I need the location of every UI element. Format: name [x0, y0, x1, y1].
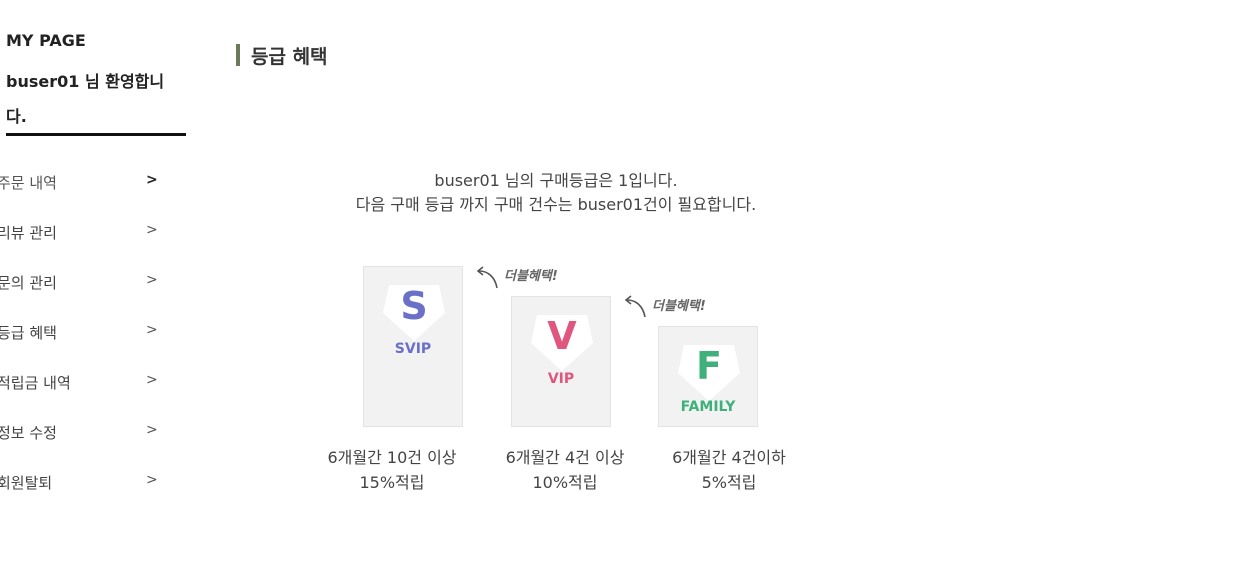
- sidebar-item-label: 등급 혜택: [0, 324, 57, 342]
- tier-condition-text: 6개월간 4건 이상: [505, 448, 625, 467]
- sidebar-item-reviews[interactable]: 리뷰 관리 >: [0, 222, 162, 246]
- tier-condition-text: 6개월간 4건이하: [672, 448, 786, 467]
- sidebar-item-withdraw[interactable]: 회원탈퇴 >: [0, 472, 162, 496]
- mypage-title: MY PAGE: [6, 31, 86, 50]
- curved-arrow-icon: [476, 266, 498, 289]
- chevron-right-icon: >: [146, 272, 158, 288]
- svip-letter: S: [400, 284, 427, 328]
- grade-info-line1: buser01 님의 구매등급은 1입니다.: [434, 171, 678, 190]
- tier-reward-text: 5%적립: [701, 473, 757, 492]
- chevron-right-icon: >: [146, 422, 158, 438]
- chevron-right-icon: >: [146, 372, 158, 388]
- sidebar-item-label: 적립금 내역: [0, 374, 71, 392]
- family-letter: F: [696, 344, 722, 388]
- tier-reward-text: 15%적립: [359, 473, 425, 492]
- sidebar-item-label: 리뷰 관리: [0, 224, 57, 242]
- chevron-right-icon: >: [146, 172, 158, 188]
- tier-card-family: F FAMILY: [658, 326, 758, 427]
- chevron-right-icon: >: [146, 472, 158, 488]
- section-title-bar: [236, 44, 240, 66]
- tier-condition-vip: 6개월간 4건 이상 10%적립: [480, 445, 650, 495]
- sidebar-item-orders[interactable]: 주문 내역 >: [0, 172, 162, 196]
- family-badge-icon: F: [678, 344, 740, 401]
- tier-name-svip: SVIP: [394, 341, 432, 357]
- curved-arrow-icon: [624, 295, 646, 318]
- double-benefit-label: 더블혜택!: [504, 269, 558, 284]
- tier-card-svip: S SVIP: [363, 266, 463, 427]
- chevron-right-icon: >: [146, 222, 158, 238]
- tier-condition-family: 6개월간 4건이하 5%적립: [644, 445, 814, 495]
- section-title-text: 등급 혜택: [251, 45, 328, 68]
- tier-reward-text: 10%적립: [532, 473, 598, 492]
- vip-letter: V: [547, 314, 577, 358]
- sidebar-item-label: 회원탈퇴: [0, 474, 53, 492]
- svip-badge-icon: S: [383, 284, 445, 341]
- section-title: 등급 혜택: [236, 44, 328, 68]
- tier-name-vip: VIP: [547, 371, 575, 387]
- chevron-right-icon: >: [146, 322, 158, 338]
- tier-condition-svip: 6개월간 10건 이상 15%적립: [307, 445, 477, 495]
- sidebar-item-label: 문의 관리: [0, 274, 57, 292]
- sidebar-item-inquiries[interactable]: 문의 관리 >: [0, 272, 162, 296]
- sidebar-divider: [6, 133, 186, 136]
- vip-badge-icon: V: [531, 314, 593, 371]
- welcome-message: buser01 님 환영합니다.: [6, 72, 165, 126]
- sidebar-item-edit-profile[interactable]: 정보 수정 >: [0, 422, 162, 446]
- double-benefit-label: 더블혜택!: [652, 299, 706, 314]
- grade-info-line2: 다음 구매 등급 까지 구매 건수는 buser01건이 필요합니다.: [355, 195, 757, 214]
- sidebar-item-grade-benefits[interactable]: 등급 혜택 >: [0, 322, 162, 346]
- grade-info: buser01 님의 구매등급은 1입니다. 다음 구매 등급 까지 구매 건수…: [256, 169, 856, 217]
- tier-condition-text: 6개월간 10건 이상: [327, 448, 457, 467]
- tier-card-vip: V VIP: [511, 296, 611, 427]
- sidebar-item-label: 주문 내역: [0, 174, 57, 192]
- sidebar-item-points[interactable]: 적립금 내역 >: [0, 372, 162, 396]
- tier-name-family: FAMILY: [680, 399, 736, 415]
- sidebar-item-label: 정보 수정: [0, 424, 57, 442]
